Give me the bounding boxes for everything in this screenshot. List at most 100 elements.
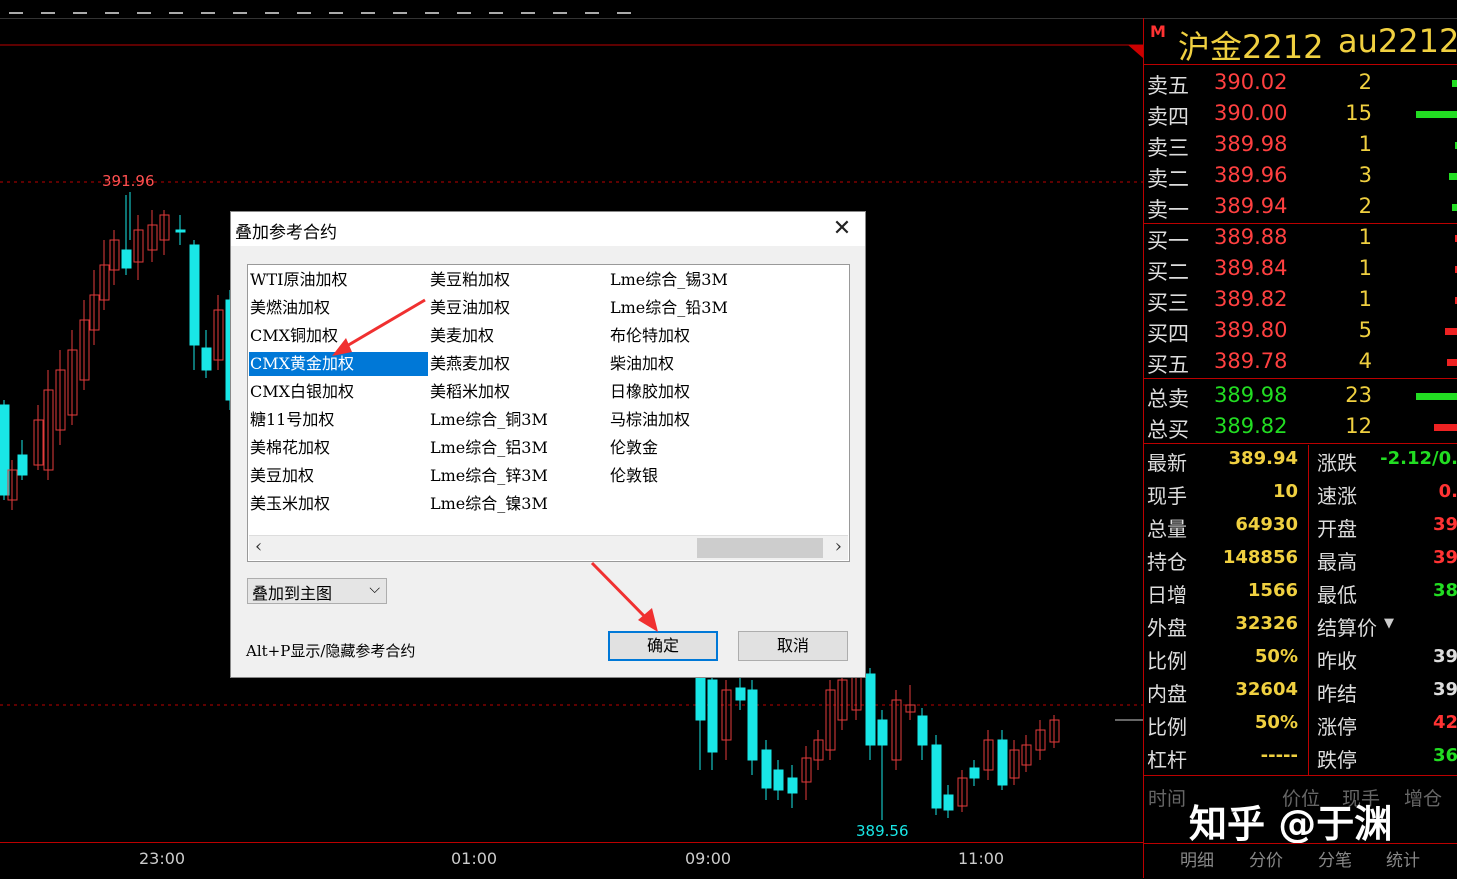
- tab-ticks[interactable]: 分笔: [1318, 846, 1352, 871]
- stat-label: 最高: [1317, 550, 1357, 574]
- contract-list-item[interactable]: Lme综合_镍3M: [429, 492, 548, 516]
- orderbook-row[interactable]: 买一 389.88 1: [1144, 223, 1457, 254]
- contract-list-item[interactable]: CMX铜加权: [249, 324, 338, 348]
- candle-body: [175, 229, 186, 233]
- candle-body: [943, 794, 954, 811]
- stats-row: 比例 50% 涨停 42: [1144, 709, 1457, 742]
- level-price: 389.96: [1214, 163, 1288, 187]
- contract-list-item[interactable]: 糖11号加权: [249, 408, 334, 432]
- chevron-down-icon[interactable]: ▼: [1384, 616, 1394, 631]
- level-volume: 1: [1358, 132, 1372, 156]
- stat-value: 39: [1432, 547, 1457, 568]
- level-price: 389.98: [1214, 383, 1288, 407]
- stat-label: 日增: [1147, 583, 1187, 607]
- stat-value: 0.: [1438, 481, 1457, 502]
- stats-row: 最新 389.94 涨跌 -2.12/0.: [1144, 445, 1457, 478]
- ok-button[interactable]: 确定: [608, 631, 718, 661]
- orderbook-row[interactable]: 买五 389.78 4: [1144, 347, 1457, 378]
- detail-tabs[interactable]: 明细 分价 分笔 统计: [1144, 843, 1457, 871]
- stat-label: 涨跌: [1317, 451, 1357, 475]
- overlay-mode-select[interactable]: 叠加到主图 ⌵: [247, 578, 387, 604]
- stat-value: 389.94: [1228, 448, 1298, 469]
- contract-list-item[interactable]: 布伦特加权: [609, 324, 690, 348]
- contract-list-item[interactable]: WTI原油加权: [249, 268, 347, 292]
- contract-list-item[interactable]: 美燃油加权: [249, 296, 330, 320]
- candle-body: [121, 249, 132, 269]
- market-flag: M: [1150, 22, 1166, 41]
- orderbook-row[interactable]: 卖二 389.96 3: [1144, 161, 1457, 192]
- orderbook-row[interactable]: 买二 389.84 1: [1144, 254, 1457, 285]
- contract-list-item[interactable]: Lme综合_锡3M: [609, 268, 728, 292]
- orderbook-row[interactable]: 总卖 389.98 23: [1144, 381, 1457, 412]
- chevron-down-icon: ⌵: [369, 581, 380, 597]
- stats-row: 日增 1566 最低 38: [1144, 577, 1457, 610]
- high-price-label: 391.96: [102, 172, 155, 190]
- contract-list-item[interactable]: 柴油加权: [609, 352, 674, 376]
- stats-row: 持仓 148856 最高 39: [1144, 544, 1457, 577]
- scroll-thumb[interactable]: [697, 538, 823, 558]
- orderbook-row[interactable]: 卖三 389.98 1: [1144, 130, 1457, 161]
- stats-row: 杠杆 ----- 跌停 36: [1144, 742, 1457, 775]
- close-icon[interactable]: ✕: [827, 216, 857, 242]
- time-label: 01:00: [451, 849, 498, 868]
- scroll-left-icon[interactable]: ‹: [255, 536, 262, 557]
- contract-list-item[interactable]: 美豆加权: [249, 464, 314, 488]
- cancel-button[interactable]: 取消: [738, 631, 848, 661]
- candle-body: [877, 719, 888, 746]
- stats-row: 比例 50% 昨收 39: [1144, 643, 1457, 676]
- contract-list-item[interactable]: 美燕麦加权: [429, 352, 510, 376]
- contract-list-item[interactable]: 马棕油加权: [609, 408, 690, 432]
- orderbook-row[interactable]: 卖五 390.02 2: [1144, 68, 1457, 99]
- contract-list-item[interactable]: 伦敦银: [609, 464, 658, 488]
- contract-list-item[interactable]: 美麦加权: [429, 324, 494, 348]
- dialog-titlebar[interactable]: 叠加参考合约 ✕: [231, 212, 865, 246]
- level-price: 389.94: [1214, 194, 1288, 218]
- contract-list-item[interactable]: CMX黄金加权: [249, 352, 428, 376]
- tab-price-dist[interactable]: 分价: [1249, 846, 1283, 871]
- candle-body: [17, 454, 28, 476]
- contract-list-item[interactable]: 美稻米加权: [429, 380, 510, 404]
- stat-label: 比例: [1147, 649, 1187, 673]
- shortcut-hint: Alt+P显示/隐藏参考合约: [246, 642, 416, 660]
- overlay-contract-dialog: 叠加参考合约 ✕ ‹ › WTI原油加权 美燃油加权 CMX铜加权 CMX黄金加权 CM…: [230, 211, 866, 678]
- level-price: 389.82: [1214, 287, 1288, 311]
- contract-list-item[interactable]: Lme综合_锌3M: [429, 464, 548, 488]
- contract-list-item[interactable]: 美玉米加权: [249, 492, 330, 516]
- low-price-label: 389.56: [856, 822, 909, 840]
- contract-list-item[interactable]: Lme综合_铅3M: [609, 296, 728, 320]
- stat-value: -----: [1260, 745, 1298, 766]
- orderbook-row[interactable]: 卖四 390.00 15: [1144, 99, 1457, 130]
- scroll-right-icon[interactable]: ›: [835, 536, 842, 557]
- orderbook-row[interactable]: 买四 389.80 5: [1144, 316, 1457, 347]
- contract-code: au2212: [1338, 22, 1457, 60]
- level-label: 总买: [1147, 418, 1189, 442]
- stat-label: 比例: [1147, 715, 1187, 739]
- orderbook-row[interactable]: 卖一 389.94 2: [1144, 192, 1457, 223]
- overlay-mode-value: 叠加到主图: [252, 584, 333, 603]
- level-volume: 1: [1358, 225, 1372, 249]
- stat-value: 64930: [1235, 514, 1298, 535]
- level-volume: 4: [1358, 349, 1372, 373]
- orderbook-row[interactable]: 买三 389.82 1: [1144, 285, 1457, 316]
- stat-value: 148856: [1222, 547, 1298, 568]
- orderbook-row[interactable]: 总买 389.82 12: [1144, 412, 1457, 443]
- tab-statistics[interactable]: 统计: [1386, 846, 1420, 871]
- volume-bar: [1449, 173, 1457, 180]
- contract-list-item[interactable]: 美豆油加权: [429, 296, 510, 320]
- contract-list-item[interactable]: 日橡胶加权: [609, 380, 690, 404]
- contract-list-item[interactable]: 伦敦金: [609, 436, 658, 460]
- tab-detail[interactable]: 明细: [1180, 846, 1214, 871]
- contract-list-item[interactable]: Lme综合_铜3M: [429, 408, 548, 432]
- contract-list-item[interactable]: Lme综合_铝3M: [429, 436, 548, 460]
- contract-list[interactable]: ‹ › WTI原油加权 美燃油加权 CMX铜加权 CMX黄金加权 CMX白银加权 糖11号…: [247, 264, 850, 562]
- contract-list-item[interactable]: 美豆粕加权: [429, 268, 510, 292]
- stat-label: 杠杆: [1147, 748, 1187, 772]
- stats-row: 外盘 32326 结算价 ▼: [1144, 610, 1457, 643]
- level-volume: 23: [1345, 383, 1372, 407]
- contract-list-item[interactable]: CMX白银加权: [249, 380, 354, 404]
- contract-list-item[interactable]: 美棉花加权: [249, 436, 330, 460]
- level-label: 总卖: [1147, 387, 1189, 411]
- horizontal-scrollbar[interactable]: ‹ ›: [249, 535, 848, 560]
- level-volume: 5: [1358, 318, 1372, 342]
- candle-body: [931, 744, 942, 809]
